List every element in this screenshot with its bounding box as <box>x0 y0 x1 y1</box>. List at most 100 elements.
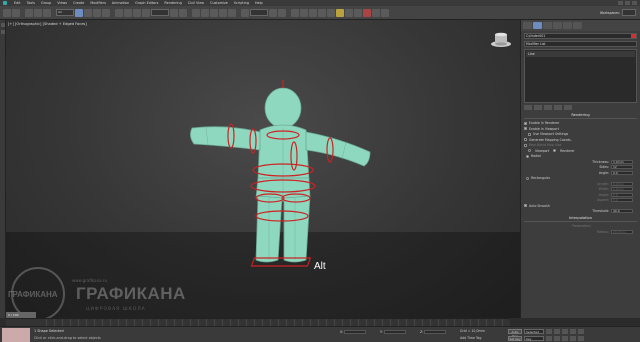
a360-gallery-icon[interactable] <box>381 8 389 17</box>
mirror-icon[interactable] <box>269 8 277 17</box>
scale-icon[interactable] <box>133 8 141 17</box>
auto-smooth-option[interactable]: Auto Smooth <box>524 204 637 208</box>
rectangular-selection-icon[interactable] <box>93 8 101 17</box>
maximize-icon[interactable] <box>625 1 630 5</box>
ribbon-icon[interactable] <box>309 8 317 17</box>
move-icon[interactable] <box>115 8 123 17</box>
length-input[interactable]: 6,0mm <box>611 181 633 186</box>
object-color-swatch[interactable] <box>631 34 636 38</box>
threshold-input[interactable]: 40,0 <box>611 209 633 213</box>
set-key-button[interactable]: Set Key <box>508 336 522 341</box>
checkbox[interactable] <box>524 138 527 141</box>
stack-item-line[interactable]: Line <box>526 51 635 57</box>
menu-create[interactable]: Create <box>70 1 87 5</box>
menu-animation[interactable]: Animation <box>109 1 132 5</box>
angle-snap-icon[interactable] <box>210 8 218 17</box>
radius-input[interactable]: 20,0mm <box>611 229 633 234</box>
layer-explorer-icon[interactable] <box>300 8 308 17</box>
menu-tools[interactable]: Tools <box>24 1 38 5</box>
percent-snap-icon[interactable] <box>219 8 227 17</box>
unlink-icon[interactable] <box>34 8 42 17</box>
menu-customize[interactable]: Customize <box>207 1 231 5</box>
checkbox[interactable] <box>524 127 527 130</box>
render-setup-icon[interactable] <box>345 8 353 17</box>
next-frame-icon[interactable] <box>570 329 576 334</box>
enable-in-renderer-option[interactable]: Enable In Renderer <box>524 121 637 125</box>
select-object-icon[interactable] <box>75 8 83 17</box>
keyboard-shortcut-override-icon[interactable] <box>192 8 200 17</box>
show-end-result-icon[interactable] <box>534 105 542 110</box>
select-manipulate-icon[interactable] <box>179 8 187 17</box>
play-icon[interactable] <box>562 329 568 334</box>
timeline-track[interactable] <box>6 318 510 327</box>
selection-filter-dropdown[interactable]: All <box>56 9 74 16</box>
previous-frame-icon[interactable] <box>554 329 560 334</box>
key-mode-dropdown[interactable]: Selected <box>524 329 544 334</box>
menu-help[interactable]: Help <box>252 1 266 5</box>
schematic-view-icon[interactable] <box>327 8 335 17</box>
workspace-dropdown[interactable] <box>622 9 636 16</box>
viewport-orthographic[interactable]: [+] [Orthographic] [Shaded + Edged Faces… <box>6 20 520 318</box>
motion-tab-icon[interactable] <box>553 22 562 29</box>
edit-named-selection-icon[interactable] <box>241 8 249 17</box>
key-filters-button[interactable]: Key Filters... <box>524 336 544 342</box>
menu-modifiers[interactable]: Modifiers <box>87 1 108 5</box>
rendering-rollout-title[interactable]: Rendering <box>524 113 637 119</box>
snaps-toggle-icon[interactable] <box>201 8 209 17</box>
generate-mapping-coords-option[interactable]: Generate Mapping Coords. <box>524 138 637 142</box>
sides-input[interactable]: 12 <box>611 165 633 169</box>
hierarchy-tab-icon[interactable] <box>543 22 552 29</box>
rotate-icon[interactable] <box>124 8 132 17</box>
checkbox[interactable] <box>524 121 527 125</box>
modify-tab-icon[interactable] <box>533 22 542 29</box>
pin-stack-icon[interactable] <box>524 105 532 110</box>
menu-civil-view[interactable]: Civil View <box>185 1 207 5</box>
create-tab-icon[interactable] <box>523 22 532 29</box>
modifier-list-dropdown[interactable]: Modifier List <box>524 41 637 47</box>
reference-coordinate-dropdown[interactable] <box>151 9 169 16</box>
character-model[interactable] <box>6 20 520 318</box>
auto-key-button[interactable]: Auto Key <box>508 329 522 338</box>
make-unique-icon[interactable] <box>544 105 552 110</box>
menu-views[interactable]: Views <box>54 1 70 5</box>
display-tab-icon[interactable] <box>563 22 572 29</box>
pivot-center-icon[interactable] <box>170 8 178 17</box>
menu-scripting[interactable]: Scripting <box>231 1 252 5</box>
rendered-frame-window-icon[interactable] <box>354 8 362 17</box>
align-icon[interactable] <box>278 8 286 17</box>
y-input[interactable] <box>383 330 406 334</box>
checkbox[interactable] <box>528 132 531 136</box>
material-editor-icon[interactable] <box>336 8 344 17</box>
named-selection-dropdown[interactable] <box>250 9 268 16</box>
object-name-field[interactable]: Cylinder001 <box>524 33 637 39</box>
app-icon[interactable] <box>3 1 7 5</box>
menu-graph-editors[interactable]: Graph Editors <box>132 1 161 5</box>
add-time-tag[interactable]: Add Time Tag <box>460 336 481 340</box>
viewport-tab-icon[interactable] <box>1 30 5 34</box>
close-icon[interactable] <box>632 1 637 5</box>
x-input[interactable] <box>344 330 367 334</box>
z-input[interactable] <box>424 330 447 334</box>
menu-group[interactable]: Group <box>38 1 54 5</box>
interpolation-rollout-title[interactable]: Interpolation <box>524 216 637 222</box>
checkbox[interactable] <box>524 143 527 147</box>
scene-explorer-icon[interactable] <box>291 8 299 17</box>
minimize-icon[interactable] <box>618 1 623 5</box>
angle2-input[interactable]: 0,0 <box>611 192 633 197</box>
viewport-layout-icon[interactable] <box>1 23 5 27</box>
viewport-radio[interactable] <box>528 149 531 152</box>
use-viewport-settings-option[interactable]: Use Viewport Settings <box>524 132 637 136</box>
radial-radio[interactable] <box>526 154 529 158</box>
spinner-snap-icon[interactable] <box>228 8 236 17</box>
maxscript-listener[interactable] <box>2 328 30 342</box>
redo-icon[interactable] <box>12 8 20 17</box>
real-world-map-size-option[interactable]: Real-World Map Size <box>524 143 637 147</box>
pan-icon[interactable] <box>570 336 576 341</box>
select-by-name-icon[interactable] <box>84 8 92 17</box>
render-production-icon[interactable] <box>363 8 371 17</box>
link-icon[interactable] <box>25 8 33 17</box>
go-to-start-icon[interactable] <box>546 329 552 334</box>
modifier-stack[interactable]: Line <box>524 49 637 103</box>
radial-option[interactable]: Radial <box>524 154 637 158</box>
zoom-icon[interactable] <box>554 336 560 341</box>
